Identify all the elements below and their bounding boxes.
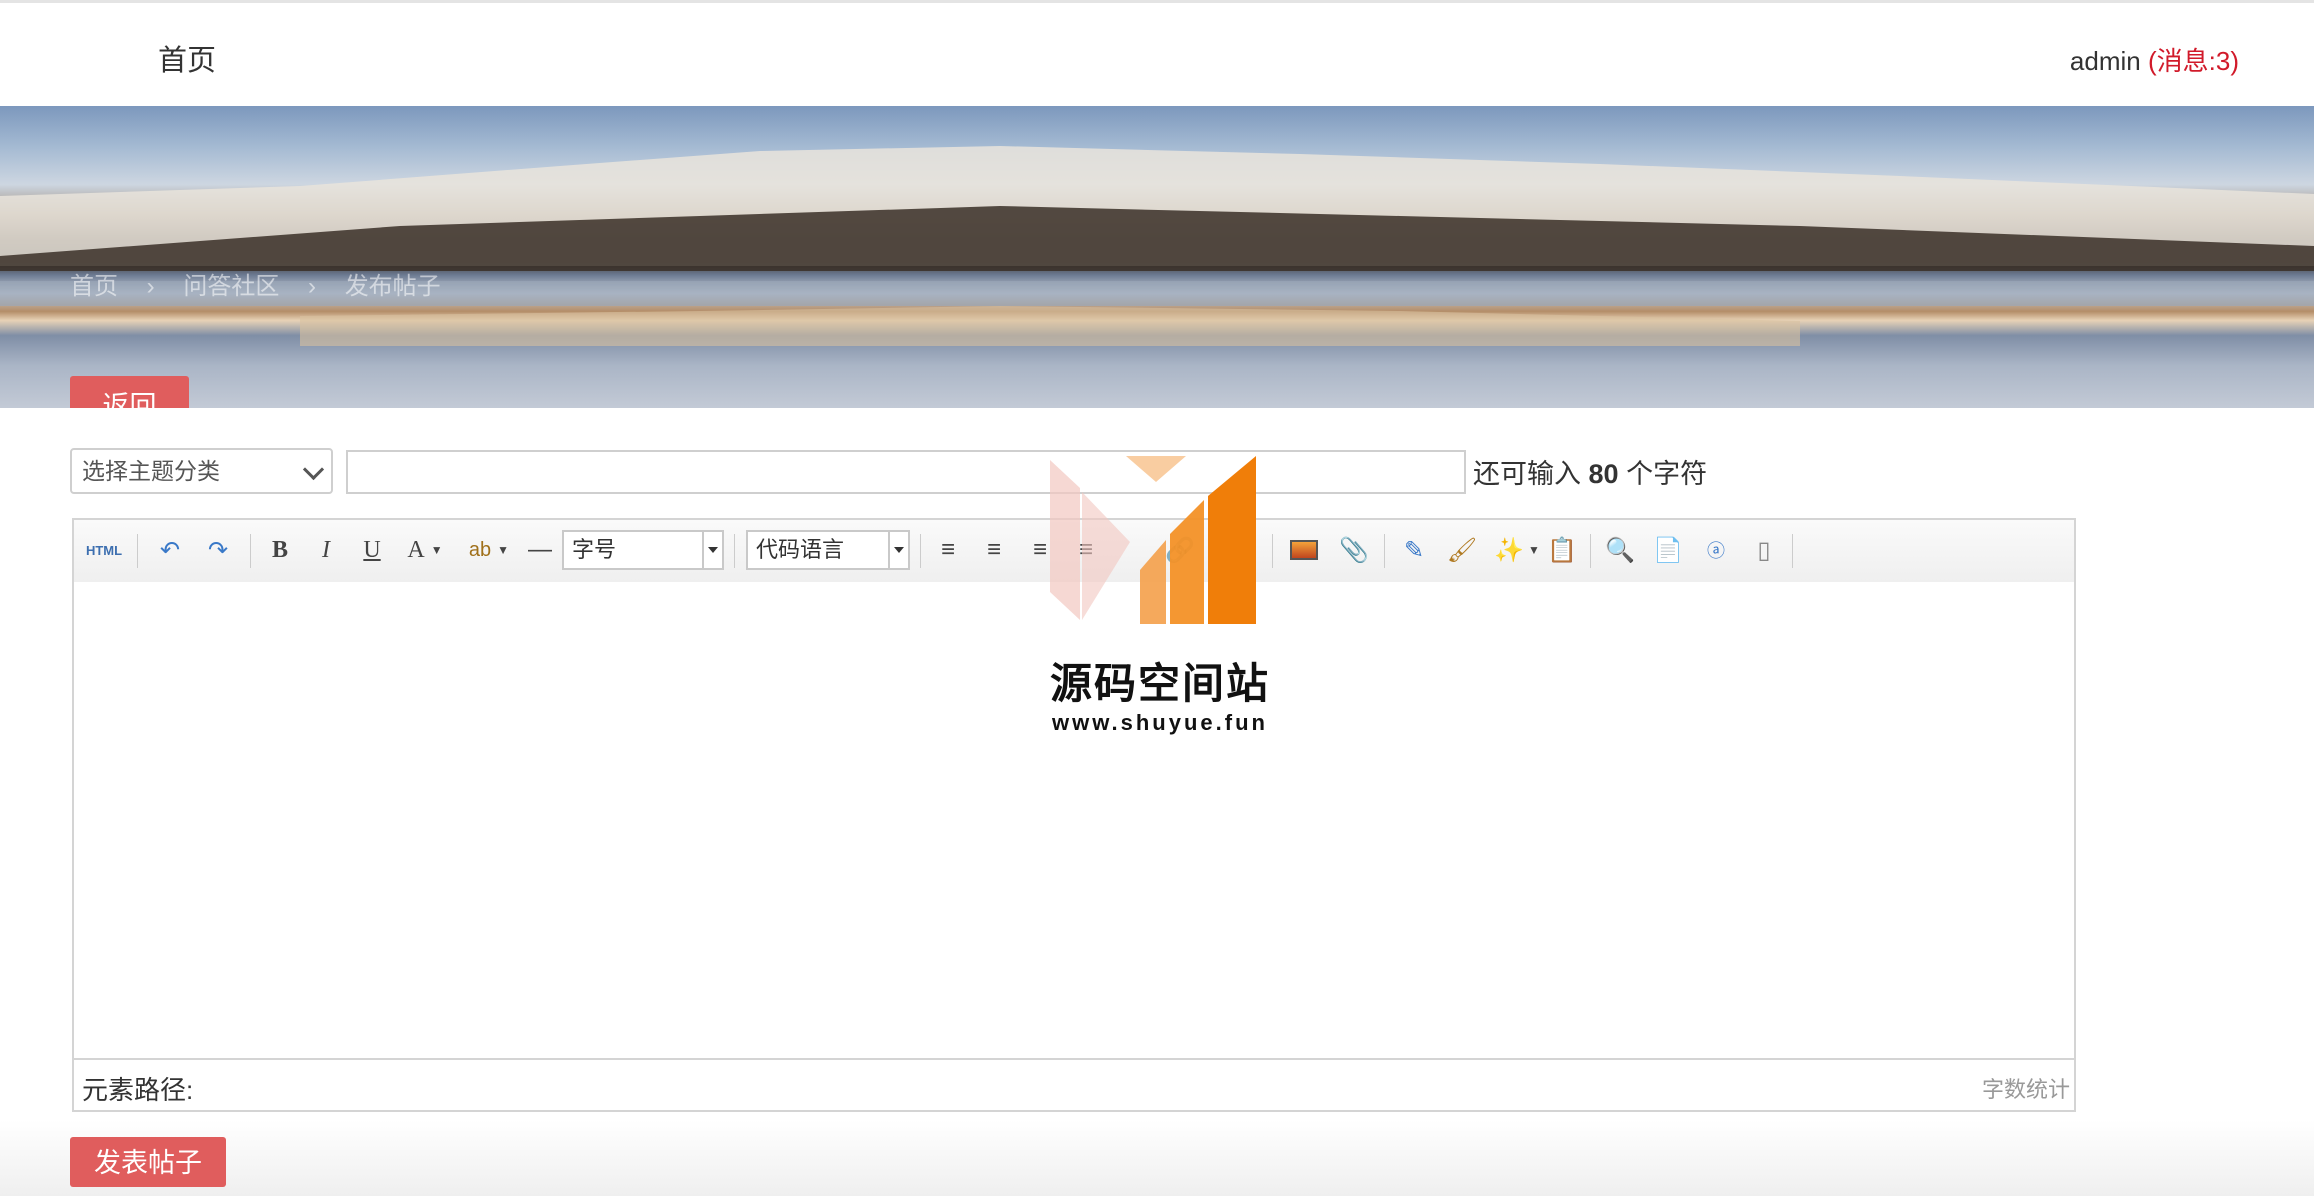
header-banner: 首页 › 问答社区 › 发布帖子 返回	[0, 106, 2314, 408]
special-char-icon[interactable]: ⓐ	[1698, 532, 1734, 568]
breadcrumb-separator: ›	[308, 273, 317, 300]
toolbar-separator	[137, 534, 138, 568]
watermark-title: 源码空间站	[1049, 660, 1270, 707]
image-icon[interactable]	[1286, 532, 1322, 568]
toolbar-separator	[734, 534, 735, 568]
redo-icon[interactable]: ↷	[202, 532, 234, 568]
align-center-icon[interactable]: ≡	[978, 532, 1010, 568]
toolbar-separator	[250, 534, 251, 568]
title-input[interactable]	[346, 450, 1466, 494]
breadcrumb-item[interactable]: 问答社区	[183, 273, 279, 300]
paste-text-icon[interactable]: 📋	[1544, 532, 1580, 568]
watermark-url: www.shuyue.fun	[1052, 710, 1268, 735]
new-document-icon[interactable]: ▯	[1746, 532, 1782, 568]
toolbar-separator	[920, 534, 921, 568]
banner-landscape-image	[0, 146, 2314, 346]
code-language-value: 代码语言	[756, 537, 845, 562]
toolbar-separator	[1384, 534, 1385, 568]
paste-icon[interactable]: 📄	[1650, 532, 1686, 568]
highlight-color-icon[interactable]: ab ▼	[464, 532, 514, 568]
char-counter: 还可输入 80 个字符	[1473, 452, 1707, 491]
breadcrumb-separator: ›	[146, 273, 155, 300]
format-brush-icon[interactable]: 🖌	[1444, 532, 1480, 568]
category-select-value: 选择主题分类	[82, 458, 220, 484]
top-nav: 首页 admin (消息:3)	[0, 0, 2314, 106]
username-link[interactable]: admin	[2070, 46, 2141, 76]
attachment-icon[interactable]: 📎	[1336, 532, 1372, 568]
counter-number: 80	[1588, 459, 1619, 489]
toolbar-separator	[1792, 534, 1793, 568]
chevron-down-icon	[888, 532, 908, 568]
code-language-select[interactable]: 代码语言	[746, 530, 910, 570]
magic-wand-icon[interactable]: ✨ ▼	[1492, 532, 1542, 568]
element-path-label: 元素路径:	[82, 1075, 194, 1105]
word-count-label: 字数统计	[1981, 1077, 2070, 1102]
chevron-down-icon: ▼	[430, 542, 443, 557]
horizontal-rule-button[interactable]: —	[524, 532, 556, 568]
messages-link[interactable]: (消息:3)	[2148, 46, 2239, 76]
counter-prefix: 还可输入	[1473, 459, 1589, 489]
font-size-value: 字号	[572, 537, 617, 562]
underline-button[interactable]: U	[356, 532, 388, 568]
chevron-down-icon: ▼	[1528, 543, 1540, 557]
font-color-button[interactable]: A ▼	[402, 532, 448, 568]
align-left-icon[interactable]: ≡	[932, 532, 964, 568]
find-replace-icon[interactable]: 🔍	[1602, 532, 1638, 568]
undo-icon[interactable]: ↶	[154, 532, 186, 568]
chevron-down-icon: ▼	[497, 543, 510, 557]
bottom-shade	[0, 1120, 2314, 1196]
eraser-icon[interactable]: ✎	[1396, 532, 1432, 568]
counter-suffix: 个字符	[1618, 459, 1708, 489]
font-color-label: A	[407, 536, 425, 563]
back-button[interactable]: 返回	[70, 376, 189, 408]
breadcrumb-item: 发布帖子	[344, 273, 441, 300]
breadcrumb-item[interactable]: 首页	[70, 273, 118, 300]
chevron-down-icon	[702, 532, 722, 568]
submit-post-button[interactable]: 发表帖子	[70, 1137, 226, 1187]
bold-button[interactable]: B	[264, 532, 296, 568]
category-select[interactable]: 选择主题分类	[70, 448, 333, 494]
breadcrumb: 首页 › 问答社区 › 发布帖子	[70, 266, 463, 301]
user-area: admin (消息:3)	[2070, 41, 2239, 78]
chevron-down-icon	[302, 458, 325, 481]
toolbar-separator	[1590, 534, 1591, 568]
italic-button[interactable]: I	[310, 532, 342, 568]
html-source-button[interactable]: HTML	[84, 532, 124, 568]
nav-home-link[interactable]: 首页	[158, 37, 216, 79]
font-size-select[interactable]: 字号	[562, 530, 724, 570]
editor-statusbar: 元素路径: 字数统计	[74, 1058, 2074, 1110]
